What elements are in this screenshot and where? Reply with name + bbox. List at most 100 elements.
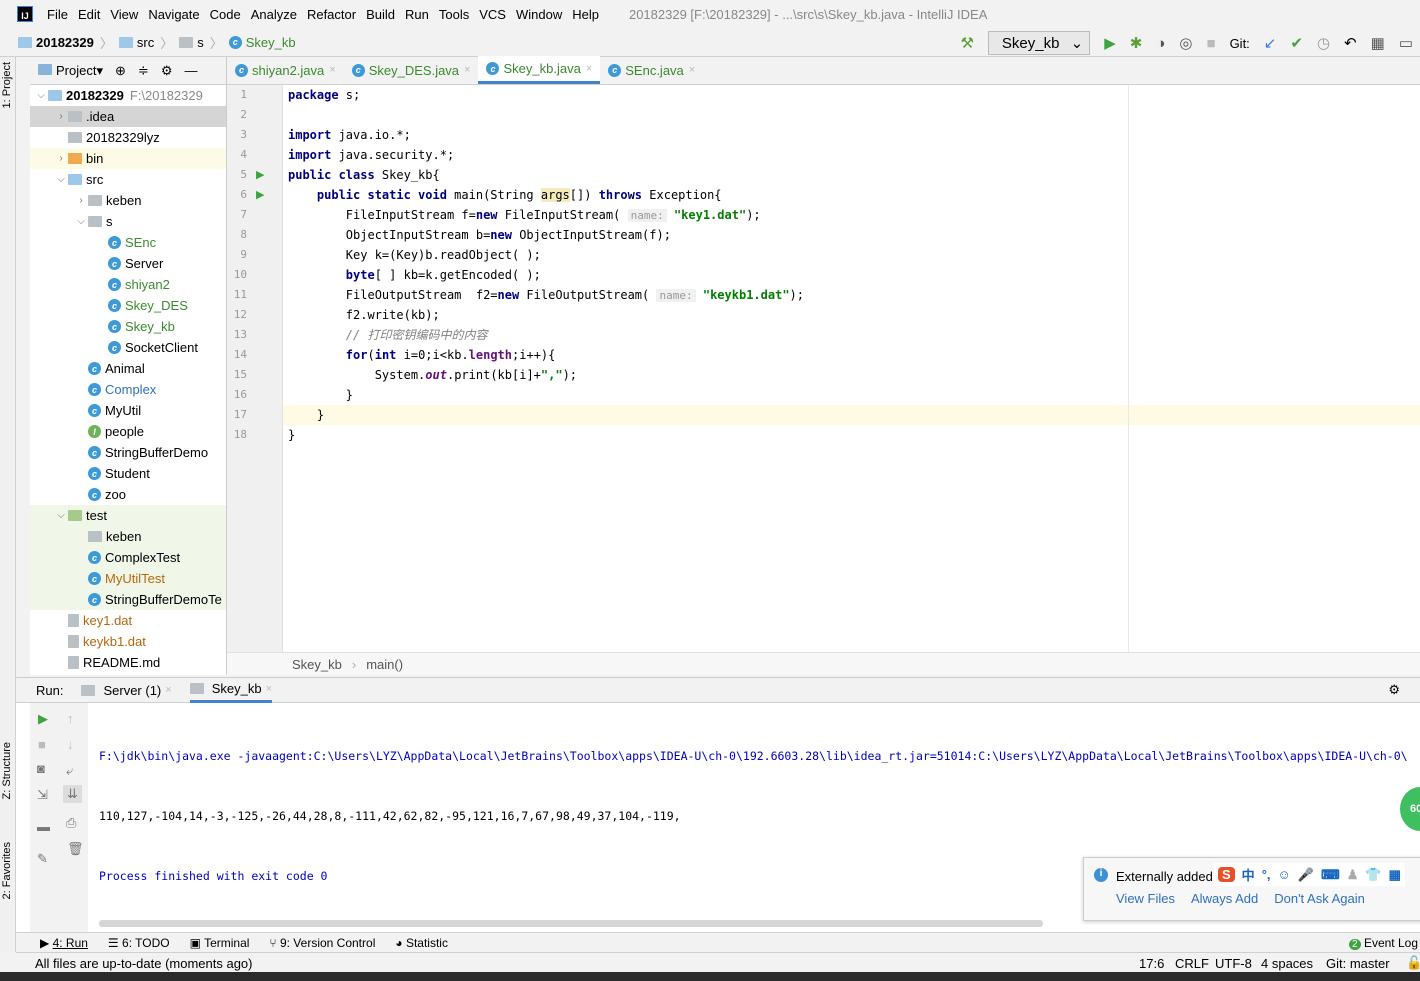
tree-item[interactable]: › bin [30, 148, 226, 169]
tree-item[interactable]: c SocketClient [30, 337, 226, 358]
structure-tool-button[interactable]: Z: Structure [1, 742, 13, 799]
code-editor[interactable]: 1 2 3 4 5 ▶ 6 ▶ 7 8 9 10 11 12 13 14 15 16 17 18 package s;… [227, 85, 1420, 652]
chevron-right-icon[interactable]: › [74, 195, 88, 206]
file-encoding[interactable]: UTF-8 [1215, 956, 1252, 971]
crumb-package[interactable]: s 〉 [179, 33, 223, 52]
clear-trash-icon[interactable]: 🗑 [67, 841, 84, 857]
chevron-right-icon[interactable]: › [54, 153, 68, 164]
menu-refactor[interactable]: Refactor [307, 7, 356, 22]
menu-build[interactable]: Build [366, 7, 395, 22]
run-tool-button[interactable]: ▶ 4: Run [40, 936, 88, 950]
scroll-up-icon[interactable]: ↑ [67, 711, 74, 726]
tree-item[interactable]: ⌵ src [30, 169, 226, 190]
tree-item[interactable]: Ipeople [30, 421, 226, 442]
horizontal-scrollbar[interactable] [99, 920, 1043, 927]
user-icon[interactable]: ♟ [1347, 867, 1359, 883]
menu-navigate[interactable]: Navigate [148, 7, 199, 22]
close-tab-icon[interactable]: × [586, 63, 592, 75]
project-view-select[interactable]: Project▾ [38, 63, 103, 79]
tree-item[interactable]: c MyUtil [30, 400, 226, 421]
menu-file[interactable]: File [47, 7, 68, 22]
close-tab-icon[interactable]: × [689, 64, 695, 76]
chevron-down-icon[interactable]: ⌵ [74, 216, 88, 227]
tree-item[interactable]: c MyUtilTest [30, 568, 226, 589]
project-tool-button[interactable]: 1: Project [1, 62, 13, 108]
keyboard-icon[interactable]: ⌨ [1321, 867, 1340, 883]
editor-tab[interactable]: c SEnc.java × [600, 56, 703, 84]
favorites-tool-button[interactable]: 2: Favorites [1, 842, 13, 899]
chevron-down-icon[interactable]: ⌵ [34, 90, 48, 101]
rerun-icon[interactable]: ▶ [38, 711, 48, 727]
editor-tab[interactable]: c shiyan2.java × [227, 56, 344, 84]
tree-item[interactable]: keben [30, 526, 226, 547]
debug-icon[interactable]: ✱ [1130, 34, 1143, 52]
todo-tool-button[interactable]: ☰ 6: TODO [108, 936, 170, 950]
close-tab-icon[interactable]: × [464, 64, 470, 76]
tree-item[interactable]: keykb1.dat [30, 631, 226, 652]
breadcrumb-class[interactable]: Skey_kb [292, 657, 342, 672]
tree-item[interactable]: c SEnc [30, 232, 226, 253]
event-log-button[interactable]: 2 Event Log [1349, 936, 1418, 950]
locate-icon[interactable]: ⊕ [115, 63, 126, 79]
collapse-all-icon[interactable]: ≑ [138, 63, 149, 79]
menu-window[interactable]: Window [516, 7, 562, 22]
punctuation-icon[interactable]: °, [1262, 867, 1271, 882]
lock-icon[interactable]: 🔓 [1406, 955, 1420, 971]
terminal-tool-button[interactable]: ▣ Terminal [190, 936, 250, 950]
editor-tab[interactable]: c Skey_kb.java × [478, 56, 601, 84]
editor-tab[interactable]: c Skey_DES.java × [344, 56, 479, 84]
crumb-project[interactable]: 20182329 〉 [18, 33, 113, 52]
git-history-icon[interactable]: ◷ [1317, 34, 1330, 52]
microphone-icon[interactable]: 🎤 [1298, 867, 1314, 883]
tree-item[interactable]: c Server [30, 253, 226, 274]
tree-item[interactable]: c Skey_kb [30, 316, 226, 337]
view-files-link[interactable]: View Files [1116, 891, 1175, 906]
pin-icon[interactable]: ✎ [37, 851, 48, 867]
menu-view[interactable]: View [110, 7, 138, 22]
tree-item[interactable]: › keben [30, 190, 226, 211]
tree-item[interactable]: c Student [30, 463, 226, 484]
tree-item[interactable]: ⌵ s [30, 211, 226, 232]
tree-item[interactable]: c StringBufferDemo [30, 442, 226, 463]
chevron-down-icon[interactable]: ⌵ [54, 510, 68, 521]
exit-icon[interactable]: ⇲ [37, 787, 48, 803]
skin-shirt-icon[interactable]: 👕 [1365, 867, 1381, 883]
emoji-icon[interactable]: ☺ [1278, 867, 1291, 882]
scroll-to-end-icon[interactable]: ⇊ [63, 785, 82, 803]
version-control-tool-button[interactable]: ⑂ 9: Version Control [269, 936, 375, 950]
project-structure-icon[interactable]: ▦ [1371, 34, 1385, 52]
print-icon[interactable]: ⎙ [66, 815, 76, 831]
menu-tools[interactable]: Tools [439, 7, 469, 22]
always-add-link[interactable]: Always Add [1191, 891, 1258, 906]
dont-ask-again-link[interactable]: Don't Ask Again [1274, 891, 1365, 906]
layout-icon[interactable]: ▬ [37, 819, 50, 834]
stop-icon[interactable]: ■ [38, 737, 46, 752]
coverage-icon[interactable]: ◑ [1156, 35, 1165, 52]
tree-item[interactable]: › .idea [30, 106, 226, 127]
tree-item[interactable]: c Skey_DES [30, 295, 226, 316]
settings-gear-icon[interactable]: ⚙ [161, 63, 173, 79]
menu-run[interactable]: Run [405, 7, 429, 22]
run-tab-server[interactable]: Server (1) × [81, 683, 172, 698]
presentation-icon[interactable]: ▭ [1399, 34, 1413, 52]
git-branch[interactable]: Git: master [1326, 956, 1390, 971]
crumb-class[interactable]: c Skey_kb [228, 35, 296, 50]
chevron-down-icon[interactable]: ⌵ [54, 174, 68, 185]
stop-icon[interactable]: ■ [1207, 35, 1216, 52]
scroll-down-icon[interactable]: ↓ [67, 737, 74, 752]
chevron-right-icon[interactable]: › [54, 111, 68, 122]
tree-item[interactable]: ⌵ 20182329 F:\20182329 [30, 85, 226, 106]
crumb-src[interactable]: src 〉 [118, 33, 173, 52]
tree-item[interactable]: c zoo [30, 484, 226, 505]
menu-vcs[interactable]: VCS [479, 7, 506, 22]
run-configuration-select[interactable]: Skey_kb ⌄ [987, 31, 1091, 55]
line-separator[interactable]: CRLF [1175, 956, 1209, 971]
statistic-tool-button[interactable]: ◕ Statistic [395, 936, 448, 950]
close-tab-icon[interactable]: × [329, 64, 335, 76]
git-rollback-icon[interactable]: ↶ [1344, 34, 1357, 52]
camera-icon[interactable]: ◙ [37, 761, 45, 776]
run-tab-skey-kb[interactable]: Skey_kb × [189, 678, 273, 703]
tree-item[interactable]: README.md [30, 652, 226, 673]
tree-item[interactable]: c Complex [30, 379, 226, 400]
sogou-logo-icon[interactable]: S [1218, 867, 1235, 882]
